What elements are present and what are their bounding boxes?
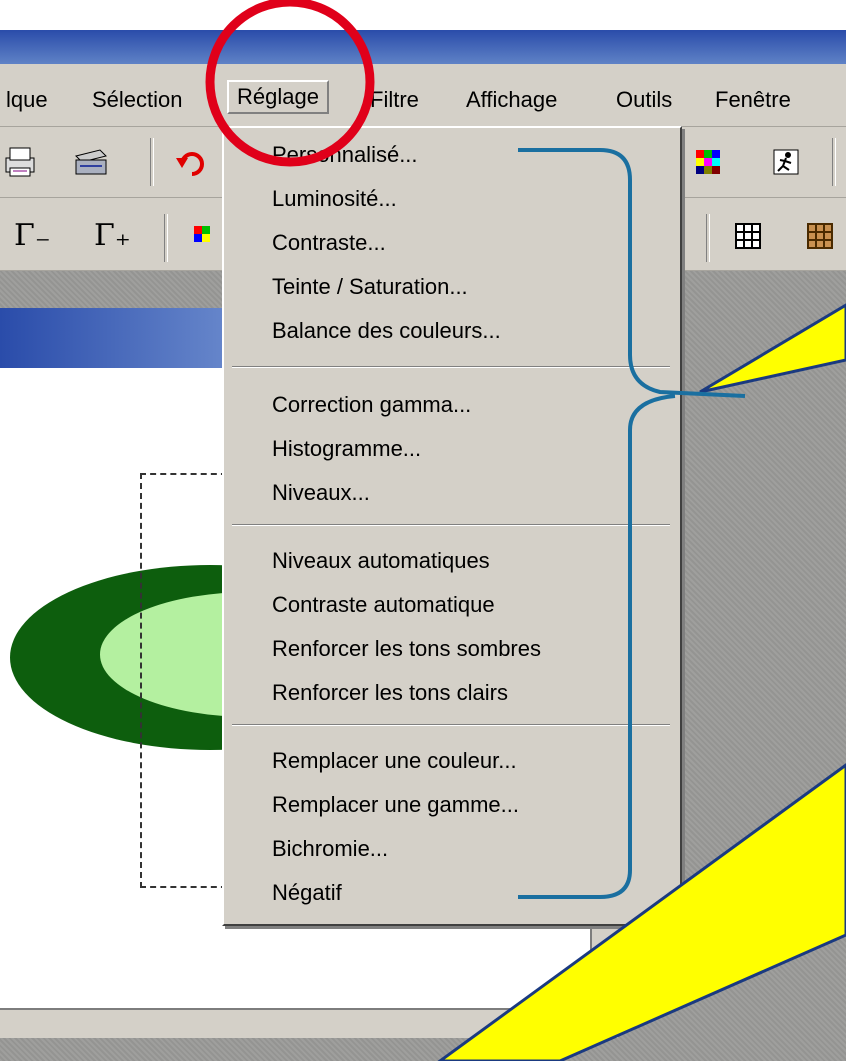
blue-bracket-lower	[518, 394, 676, 899]
annotation-overlay	[205, 0, 846, 1061]
red-highlight-circle	[205, 0, 375, 167]
yellow-callout-upper	[699, 303, 846, 394]
blue-bracket-upper	[518, 148, 746, 398]
yellow-callout-lower	[437, 763, 846, 1061]
